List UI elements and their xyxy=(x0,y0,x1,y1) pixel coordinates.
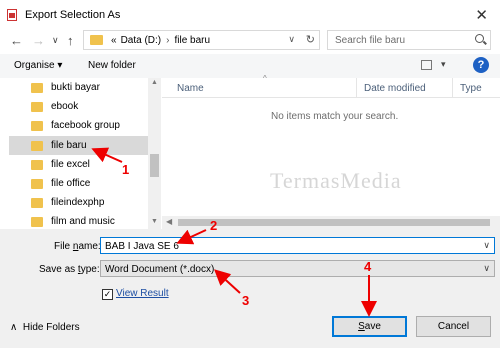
annotation-number-4: 4 xyxy=(364,259,372,274)
annotation-arrow-1 xyxy=(91,147,123,163)
annotation-number-3: 3 xyxy=(242,293,250,308)
annotation-number-2: 2 xyxy=(210,218,218,233)
annotation-arrow-2 xyxy=(176,229,207,245)
annotation-number-1: 1 xyxy=(122,162,130,177)
annotation-arrow-3 xyxy=(214,269,241,294)
annotation-arrows xyxy=(91,147,377,317)
